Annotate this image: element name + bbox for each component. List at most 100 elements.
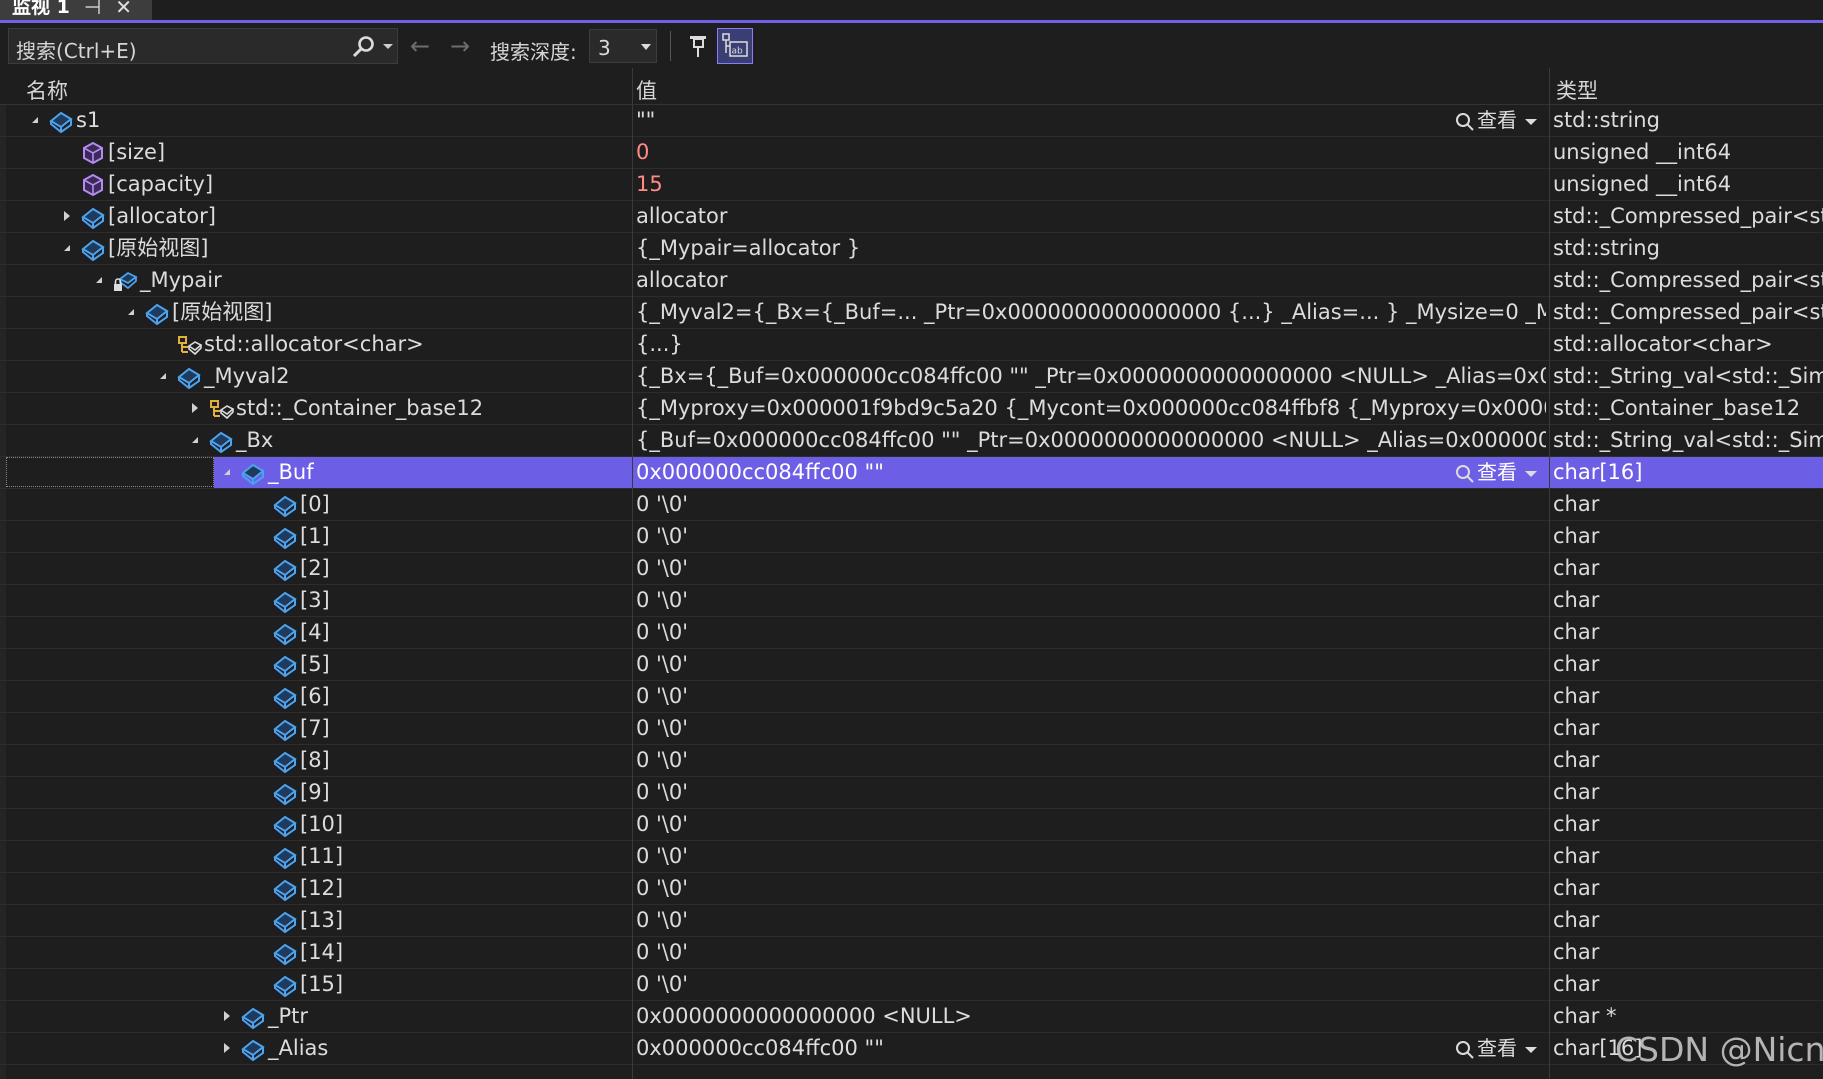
name-cell[interactable]: [9] xyxy=(0,777,632,808)
collapse-toggle-icon[interactable] xyxy=(128,309,134,315)
tab-watch-1[interactable]: 监视 1 ⊣ ✕ xyxy=(0,0,152,20)
name-cell[interactable]: _Mypair xyxy=(0,265,632,296)
collapse-toggle-icon[interactable] xyxy=(64,245,70,251)
name-cell[interactable]: [5] xyxy=(0,649,632,680)
visualizer-view-button[interactable]: 查看 xyxy=(1455,1033,1537,1064)
name-cell[interactable]: [15] xyxy=(0,969,632,1000)
value-cell[interactable]: 0 '\0' xyxy=(636,681,1546,712)
collapse-toggle-icon[interactable] xyxy=(96,277,102,283)
value-cell[interactable]: {_Buf=0x000000cc084ffc00 "" _Ptr=0x00000… xyxy=(636,425,1546,456)
value-cell[interactable]: "" xyxy=(636,105,1446,136)
name-cell[interactable]: std::allocator<char> xyxy=(0,329,632,360)
value-cell[interactable]: {_Mypair=allocator } xyxy=(636,233,1546,264)
name-cell[interactable]: [6] xyxy=(0,681,632,712)
value-cell[interactable]: 0 '\0' xyxy=(636,969,1546,1000)
name-cell[interactable]: [allocator] xyxy=(0,201,632,232)
value-cell[interactable]: 0 '\0' xyxy=(636,873,1546,904)
close-icon[interactable]: ✕ xyxy=(115,0,132,19)
variable-name: [8] xyxy=(300,748,330,772)
name-cell[interactable]: [12] xyxy=(0,873,632,904)
value-cell[interactable]: 0 '\0' xyxy=(636,777,1546,808)
column-divider-type[interactable] xyxy=(1549,68,1550,1079)
pin-source-button[interactable] xyxy=(681,28,717,64)
variable-name: _Mypair xyxy=(140,268,222,292)
value-cell[interactable]: 0 '\0' xyxy=(636,809,1546,840)
name-cell[interactable]: s1 xyxy=(0,105,632,136)
expand-toggle-icon[interactable] xyxy=(224,1043,230,1053)
field-icon xyxy=(272,652,298,678)
pin-icon[interactable]: ⊣ xyxy=(84,0,101,19)
value-cell[interactable]: 15 xyxy=(636,169,1546,200)
name-cell[interactable]: [capacity] xyxy=(0,169,632,200)
value-cell[interactable]: {_Myproxy=0x000001f9bd9c5a20 {_Mycont=0x… xyxy=(636,393,1546,424)
type-cell: char xyxy=(1553,588,1600,612)
hex-display-toggle-button[interactable]: ab xyxy=(717,28,753,64)
value-cell[interactable]: 0x0000000000000000 <NULL> xyxy=(636,1001,1546,1032)
pin-icon xyxy=(690,36,706,57)
search-depth-dropdown[interactable]: 3 xyxy=(589,29,657,63)
value-cell[interactable]: 0 '\0' xyxy=(636,585,1546,616)
chevron-down-icon[interactable] xyxy=(1525,118,1537,125)
name-cell[interactable]: std::_Container_base12 xyxy=(0,393,632,424)
value-cell[interactable]: 0 '\0' xyxy=(636,553,1546,584)
value-cell[interactable]: 0x000000cc084ffc00 "" xyxy=(636,1033,1446,1064)
back-arrow-icon[interactable]: ← xyxy=(410,34,430,58)
expand-toggle-icon[interactable] xyxy=(224,1011,230,1021)
collapse-toggle-icon[interactable] xyxy=(192,437,198,443)
value-cell[interactable]: {_Bx={_Buf=0x000000cc084ffc00 "" _Ptr=0x… xyxy=(636,361,1546,392)
value-cell[interactable]: 0 xyxy=(636,137,1546,168)
name-cell[interactable]: [2] xyxy=(0,553,632,584)
value-cell[interactable]: 0 '\0' xyxy=(636,745,1546,776)
name-cell[interactable]: [3] xyxy=(0,585,632,616)
name-cell[interactable]: _Myval2 xyxy=(0,361,632,392)
name-cell[interactable]: [14] xyxy=(0,937,632,968)
name-cell[interactable]: _Bx xyxy=(0,425,632,456)
search-options-chevron-icon[interactable] xyxy=(383,44,393,49)
name-cell[interactable]: [7] xyxy=(0,713,632,744)
value-cell[interactable]: 0 '\0' xyxy=(636,841,1546,872)
name-cell[interactable]: _Ptr xyxy=(0,1001,632,1032)
collapse-toggle-icon[interactable] xyxy=(224,469,230,475)
field-icon xyxy=(272,524,298,550)
name-cell[interactable]: [10] xyxy=(0,809,632,840)
value-cell[interactable]: allocator xyxy=(636,265,1546,296)
name-cell[interactable]: [0] xyxy=(0,489,632,520)
value-cell[interactable]: 0 '\0' xyxy=(636,617,1546,648)
visualizer-view-button[interactable]: 查看 xyxy=(1455,457,1537,488)
value-cell[interactable]: 0 '\0' xyxy=(636,937,1546,968)
value-cell[interactable]: 0x000000cc084ffc00 "" xyxy=(636,457,1446,488)
visualizer-view-button[interactable]: 查看 xyxy=(1455,105,1537,136)
name-cell[interactable]: [原始视图] xyxy=(0,297,632,328)
column-header-type[interactable]: 类型 xyxy=(1556,75,1598,105)
name-cell[interactable]: _Buf xyxy=(214,457,632,488)
collapse-toggle-icon[interactable] xyxy=(160,373,166,379)
name-cell[interactable]: [原始视图] xyxy=(0,233,632,264)
search-icon[interactable] xyxy=(351,34,377,60)
expand-toggle-icon[interactable] xyxy=(64,211,70,221)
name-cell[interactable]: [13] xyxy=(0,905,632,936)
forward-arrow-icon[interactable]: → xyxy=(450,34,470,58)
chevron-down-icon[interactable] xyxy=(1525,1046,1537,1053)
name-cell[interactable]: [size] xyxy=(0,137,632,168)
value-cell[interactable]: 0 '\0' xyxy=(636,489,1546,520)
column-divider-value[interactable] xyxy=(632,68,633,1079)
name-cell[interactable]: _Alias xyxy=(0,1033,632,1064)
value-cell[interactable]: 0 '\0' xyxy=(636,713,1546,744)
value-cell[interactable]: allocator xyxy=(636,201,1546,232)
value-cell[interactable]: 0 '\0' xyxy=(636,649,1546,680)
column-header-value[interactable]: 值 xyxy=(636,75,657,105)
type-cell: char xyxy=(1553,908,1600,932)
search-input[interactable]: 搜索(Ctrl+E) xyxy=(8,28,398,64)
name-cell[interactable]: [8] xyxy=(0,745,632,776)
chevron-down-icon[interactable] xyxy=(1525,470,1537,477)
column-header-name[interactable]: 名称 xyxy=(26,75,68,105)
expand-toggle-icon[interactable] xyxy=(192,403,198,413)
name-cell[interactable]: [1] xyxy=(0,521,632,552)
name-cell[interactable]: [4] xyxy=(0,617,632,648)
value-cell[interactable]: 0 '\0' xyxy=(636,521,1546,552)
collapse-toggle-icon[interactable] xyxy=(32,117,38,123)
value-cell[interactable]: {_Myval2={_Bx={_Buf=... _Ptr=0x000000000… xyxy=(636,297,1546,328)
name-cell[interactable]: [11] xyxy=(0,841,632,872)
value-cell[interactable]: {...} xyxy=(636,329,1546,360)
value-cell[interactable]: 0 '\0' xyxy=(636,905,1546,936)
